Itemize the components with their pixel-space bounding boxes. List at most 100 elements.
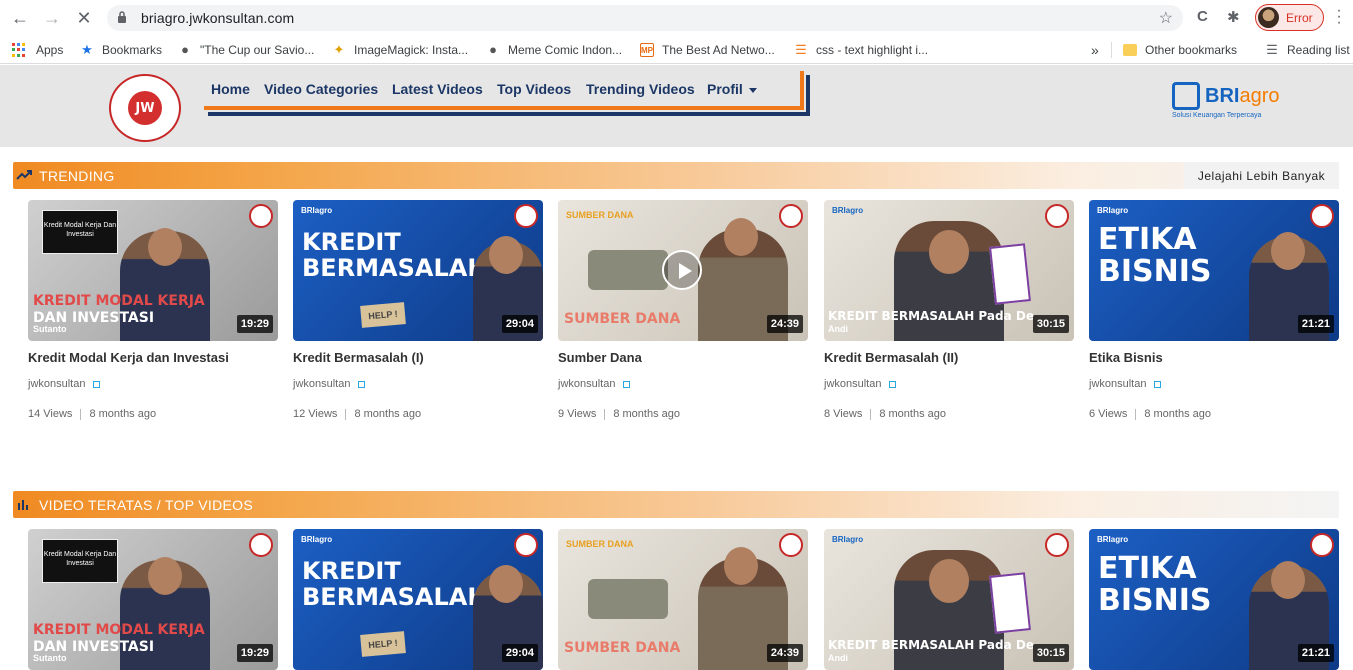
nav-trending-videos[interactable]: Trending Videos	[586, 81, 695, 97]
bar-chart-icon	[18, 500, 28, 510]
folder-icon	[1123, 44, 1137, 56]
nav-home[interactable]: Home	[211, 81, 250, 97]
avatar	[1258, 7, 1279, 28]
thumb-person-face	[489, 565, 523, 603]
profile-button[interactable]: Error	[1255, 4, 1324, 31]
bookmark-imagemagick[interactable]: ✦ ImageMagick: Insta...	[332, 42, 469, 58]
video-thumbnail[interactable]: BRIagro ETIKA BISNIS 21:21	[1089, 200, 1339, 341]
thumb-caption-line2: BISNIS	[1098, 583, 1212, 618]
star-icon: ★	[81, 42, 93, 57]
video-thumbnail[interactable]: SUMBER DANA SUMBER DANA 24:39	[558, 529, 808, 670]
bookmarks-divider	[1111, 42, 1112, 58]
video-meta: 12 Views 8 months ago	[293, 408, 421, 420]
jw-badge-icon	[249, 204, 273, 228]
video-thumbnail[interactable]: BRIagro KREDIT BERMASALAH Pada De Andi 3…	[824, 200, 1074, 341]
thumb-person-face	[489, 236, 523, 274]
verified-icon	[93, 380, 101, 388]
video-duration: 21:21	[1297, 315, 1334, 333]
video-thumbnail[interactable]: BRIagro KREDIT BERMASALAH Pada De Andi 3…	[824, 529, 1074, 670]
stop-loading-icon[interactable]: ✕	[72, 6, 96, 30]
jw-badge-icon	[1045, 204, 1069, 228]
video-views: 14 Views	[28, 408, 73, 420]
video-title[interactable]: Kredit Bermasalah (II)	[824, 350, 958, 365]
video-title[interactable]: Kredit Modal Kerja dan Investasi	[28, 350, 229, 365]
nav-profil-dropdown[interactable]: Profil	[707, 81, 757, 97]
video-title[interactable]: Sumber Dana	[558, 350, 642, 365]
address-bar[interactable]: briagro.jwkonsultan.com ☆	[107, 5, 1183, 31]
explore-more-button[interactable]: Jelajahi Lebih Banyak	[1184, 162, 1339, 189]
thumb-money-image	[588, 250, 668, 290]
video-author[interactable]: jwkonsultan	[1089, 378, 1162, 390]
thumb-caption-line2: BERMASALAH	[302, 254, 488, 282]
thumb-help-sign: HELP !	[360, 631, 406, 657]
bookmark-css-highlight[interactable]: ☰ css - text highlight i...	[794, 42, 928, 58]
video-thumbnail[interactable]: Kredit Modal Kerja Dan Investasi KREDIT …	[28, 200, 278, 341]
video-duration: 19:29	[236, 644, 273, 662]
chevron-down-icon	[748, 87, 757, 93]
jw-badge-icon	[1045, 533, 1069, 557]
nav-latest-videos[interactable]: Latest Videos	[392, 81, 483, 97]
video-author[interactable]: jwkonsultan	[558, 378, 631, 390]
video-duration: 24:39	[766, 644, 803, 662]
bri-logo-mark-icon	[1172, 82, 1200, 110]
thumb-speaker-name: Andi	[828, 653, 848, 663]
video-duration: 24:39	[766, 315, 803, 333]
thumb-caption-line1: KREDIT BERMASALAH Pada De	[828, 309, 1034, 323]
video-duration: 21:21	[1297, 644, 1334, 662]
bookmark-bookmarks[interactable]: ★ Bookmarks	[80, 42, 162, 58]
back-icon[interactable]: ←	[8, 6, 32, 30]
video-author[interactable]: jwkonsultan	[293, 378, 366, 390]
thumb-caption-line1: SUMBER DANA	[566, 539, 634, 549]
forward-icon[interactable]: →	[40, 6, 64, 30]
video-author[interactable]: jwkonsultan	[824, 378, 897, 390]
verified-icon	[623, 380, 631, 388]
video-thumbnail[interactable]: Kredit Modal Kerja Dan Investasi KREDIT …	[28, 529, 278, 670]
bookmark-cup-savior[interactable]: ● "The Cup our Savio...	[178, 42, 314, 58]
video-meta: 6 Views 8 months ago	[1089, 408, 1211, 420]
nav-top-videos[interactable]: Top Videos	[497, 81, 571, 97]
thumb-caption-line1: KREDIT BERMASALAH Pada De	[828, 638, 1034, 652]
thumb-person-face	[1271, 561, 1305, 599]
video-title[interactable]: Kredit Bermasalah (I)	[293, 350, 424, 365]
extensions-puzzle-icon[interactable]: ✱	[1227, 8, 1240, 26]
video-views: 6 Views	[1089, 408, 1128, 420]
bookmark-apps[interactable]: Apps	[12, 42, 63, 58]
thumb-person-face	[148, 228, 182, 266]
video-thumbnail[interactable]: BRIagro KREDIT BERMASALAH HELP ! 29:04	[293, 529, 543, 670]
play-icon[interactable]	[662, 250, 702, 290]
thumb-caption-box: Kredit Modal Kerja Dan Investasi	[42, 539, 118, 583]
bookmark-star-icon[interactable]: ☆	[1159, 8, 1173, 28]
bookmark-meme-comic[interactable]: ● Meme Comic Indon...	[486, 42, 622, 58]
trending-up-icon	[16, 170, 32, 180]
site-logo[interactable]: JW	[109, 74, 181, 142]
bookmark-best-ad-network[interactable]: MP The Best Ad Netwo...	[640, 42, 775, 58]
video-age: 8 months ago	[1144, 408, 1211, 420]
mp-icon: MP	[640, 43, 654, 57]
extension-c-icon[interactable]: C	[1197, 8, 1208, 25]
nav-video-categories[interactable]: Video Categories	[264, 81, 378, 97]
site-logo-text: JW	[128, 91, 162, 125]
reading-list[interactable]: ☰ Reading list	[1265, 42, 1350, 58]
video-meta: 8 Views 8 months ago	[824, 408, 946, 420]
thumb-person-face	[724, 218, 758, 256]
thumb-caption-line1: ETIKA	[1098, 222, 1197, 257]
thumb-document	[989, 243, 1031, 305]
video-views: 9 Views	[558, 408, 597, 420]
video-age: 8 months ago	[879, 408, 946, 420]
wand-icon: ✦	[333, 42, 345, 57]
video-title[interactable]: Etika Bisnis	[1089, 350, 1163, 365]
video-thumbnail[interactable]: BRIagro ETIKA BISNIS 21:21	[1089, 529, 1339, 670]
video-author[interactable]: jwkonsultan	[28, 378, 101, 390]
url-text[interactable]: briagro.jwkonsultan.com	[141, 10, 294, 26]
nav-underline-navy	[208, 112, 810, 116]
jw-badge-icon	[779, 204, 803, 228]
video-thumbnail[interactable]: SUMBER DANA SUMBER DANA 24:39	[558, 200, 808, 341]
other-bookmarks[interactable]: Other bookmarks	[1123, 42, 1237, 58]
thumb-caption-line1: KREDIT MODAL KERJA	[33, 622, 205, 638]
verified-icon	[1154, 380, 1162, 388]
jw-badge-icon	[514, 204, 538, 228]
video-duration: 29:04	[501, 644, 538, 662]
video-thumbnail[interactable]: BRIagro KREDIT BERMASALAH HELP ! 29:04	[293, 200, 543, 341]
bookmarks-overflow-icon[interactable]: »	[1091, 42, 1099, 58]
browser-menu-icon[interactable]: · · ·	[1336, 3, 1342, 31]
